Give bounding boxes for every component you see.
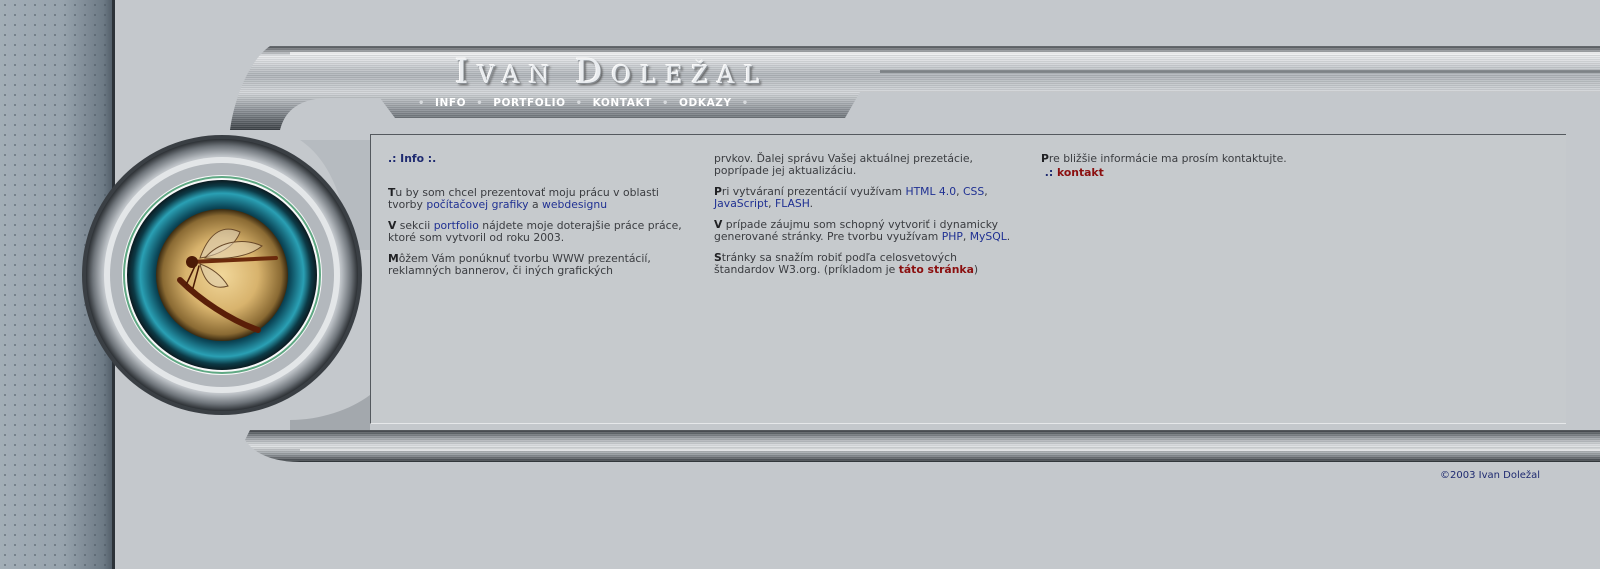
dynamic-paragraph: V prípade záujmu som schopný vytvoriť i … <box>714 218 1011 243</box>
link-pocitacova-grafika[interactable]: počítačovej grafiky <box>426 198 528 211</box>
standards-paragraph: Stránky sa snažím robiť podľa celosvetov… <box>714 251 979 276</box>
nav-separator: • <box>418 97 425 109</box>
nav-item-portfolio[interactable]: PORTFOLIO <box>493 97 565 109</box>
main-nav: • INFO • PORTFOLIO • KONTAKT • ODKAZY • <box>408 96 759 110</box>
link-flash[interactable]: FLASH <box>775 197 810 210</box>
nav-separator: • <box>575 97 583 109</box>
nav-separator: • <box>661 97 669 109</box>
link-kontakt[interactable]: kontakt <box>1057 166 1104 179</box>
site-title-part-1: VAN <box>477 61 576 89</box>
nav-separator: • <box>741 97 749 109</box>
nav-separator: • <box>476 97 484 109</box>
link-javascript[interactable]: JavaScript <box>714 197 768 210</box>
services-paragraph-cont: prvkov. Ďalej správu Vašej aktuálnej pre… <box>714 152 973 177</box>
intro-paragraph: Tu by som chcel prezentovať moju prácu v… <box>388 186 659 211</box>
link-css[interactable]: CSS <box>963 185 984 198</box>
nav-item-odkazy[interactable]: ODKAZY <box>679 97 732 109</box>
contact-paragraph: Pre bližšie informácie ma prosím kontakt… <box>1041 152 1287 165</box>
link-webdesign[interactable]: webdesignu <box>542 198 607 211</box>
content-panel: .: Info :. Tu by som chcel prezentovať m… <box>370 134 1566 424</box>
contact-line: .: kontakt <box>1044 166 1104 179</box>
nav-item-info[interactable]: INFO <box>435 97 466 109</box>
link-html[interactable]: HTML 4.0 <box>905 185 956 198</box>
content-column-2: prvkov. Ďalej správu Vašej aktuálnej pre… <box>714 153 1014 285</box>
content-column-1: .: Info :. Tu by som chcel prezentovať m… <box>388 153 688 286</box>
site-title: IVAN DOLEŽAL <box>455 52 768 92</box>
services-paragraph: Môžem Vám ponúknuť tvorbu WWW prezentáci… <box>388 252 651 277</box>
tech-paragraph: Pri vytváraní prezentácií využívam HTML … <box>714 185 988 210</box>
site-title-initial-1: I <box>455 52 478 92</box>
nav-item-kontakt[interactable]: KONTAKT <box>593 97 652 109</box>
site-title-part-2: OLEŽAL <box>611 61 769 89</box>
portfolio-paragraph: V sekcii portfolio nájdete moje doterajš… <box>388 219 682 244</box>
site-title-initial-2: D <box>575 52 612 92</box>
link-php[interactable]: PHP <box>942 230 963 243</box>
link-tato-stranka[interactable]: táto stránka <box>899 263 974 276</box>
link-mysql[interactable]: MySQL <box>970 230 1007 243</box>
footer-copyright: ©2003 Ivan Doležal <box>1440 470 1541 481</box>
content-column-3: Pre bližšie informácie ma prosím kontakt… <box>1041 153 1361 188</box>
section-heading: .: Info :. <box>388 152 437 165</box>
